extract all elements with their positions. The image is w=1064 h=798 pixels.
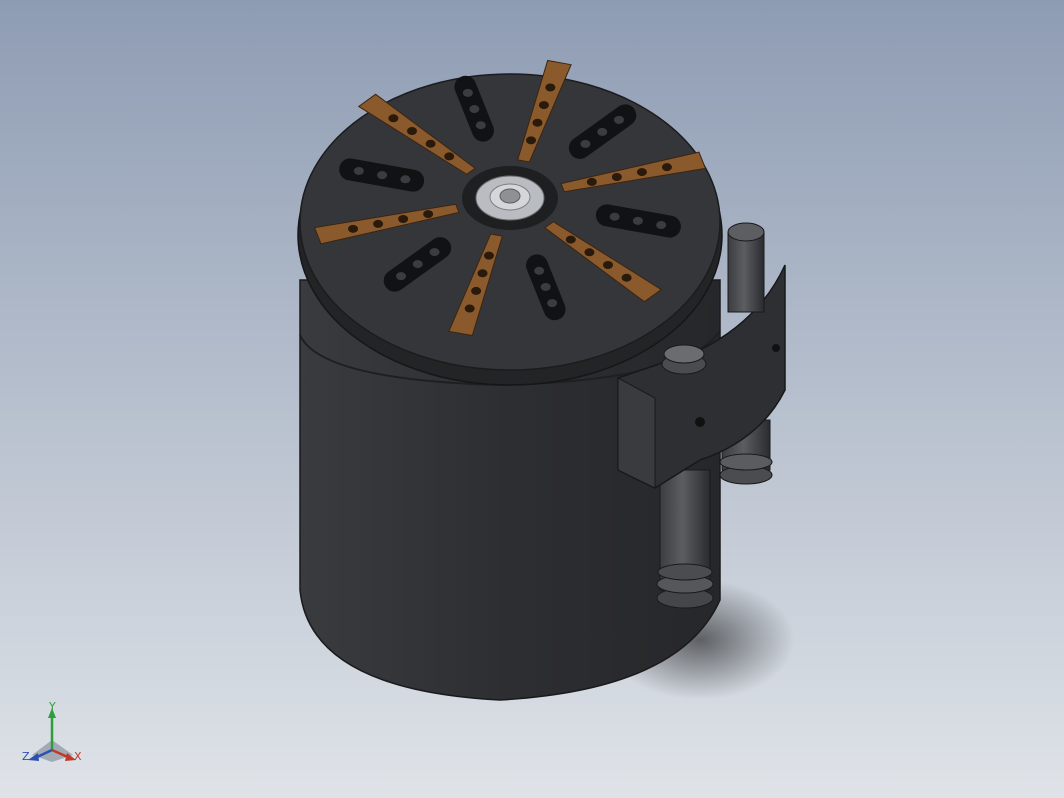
jaw-hole — [425, 139, 436, 148]
slot-hole — [462, 88, 473, 97]
jaw-hole — [538, 101, 549, 110]
bracket-hole-2 — [772, 344, 780, 352]
jaw-hole — [348, 224, 359, 233]
jaw-hole — [565, 235, 576, 244]
front-rod-ring-2 — [657, 563, 713, 581]
jaw-hole — [406, 126, 417, 135]
slot-hole — [613, 115, 624, 124]
slot-hole — [632, 216, 643, 225]
x-axis-label: X — [74, 750, 82, 763]
slot-hole — [475, 121, 486, 130]
slot-hole — [656, 221, 667, 230]
slot-hole — [429, 248, 440, 257]
jaw-hole — [398, 214, 409, 223]
top-post — [727, 231, 765, 313]
jaw-hole — [603, 261, 614, 270]
jaw-hole — [661, 163, 672, 172]
top-post-cap — [727, 222, 765, 242]
jaw-hole — [611, 173, 622, 182]
jaw-hole — [423, 210, 434, 219]
slot-hole — [396, 272, 407, 281]
center-thread-icon — [499, 188, 521, 204]
jaw-hole — [526, 136, 537, 145]
jaw-hole — [621, 273, 632, 282]
jaw-hole — [388, 114, 399, 123]
jaw-hole — [636, 168, 647, 177]
slot-hole — [377, 171, 388, 180]
bracket-hole — [695, 417, 705, 427]
jaw-hole — [584, 248, 595, 257]
rear-rod-ring — [719, 453, 773, 471]
gripper-model[interactable] — [0, 0, 1064, 798]
jaw-hole — [373, 219, 384, 228]
jaw-hole — [444, 152, 455, 161]
z-axis-label: Z — [22, 750, 30, 763]
slot-hole — [400, 175, 411, 184]
jaw-hole — [586, 177, 597, 186]
jaw-hole — [471, 286, 482, 295]
cad-viewport[interactable]: Y X Z — [0, 0, 1064, 798]
jaw-hole — [532, 118, 543, 127]
slot-hole — [547, 299, 558, 308]
jaw-hole — [464, 304, 475, 313]
jaw-hole — [483, 251, 494, 260]
y-axis-label: Y — [48, 700, 56, 713]
slot-hole — [609, 212, 620, 221]
jaw-hole — [477, 269, 488, 278]
bracket-button-top — [663, 344, 705, 364]
slot-hole — [469, 105, 480, 114]
slot-hole — [540, 282, 551, 291]
slot-hole — [412, 260, 423, 269]
slot-hole — [353, 166, 364, 175]
slot-hole — [580, 139, 591, 148]
axis-triad[interactable]: Y X Z — [18, 700, 88, 770]
slot-hole — [534, 266, 545, 275]
slot-hole — [597, 127, 608, 136]
jaw-hole — [545, 83, 556, 92]
side-bracket-face — [617, 377, 656, 489]
